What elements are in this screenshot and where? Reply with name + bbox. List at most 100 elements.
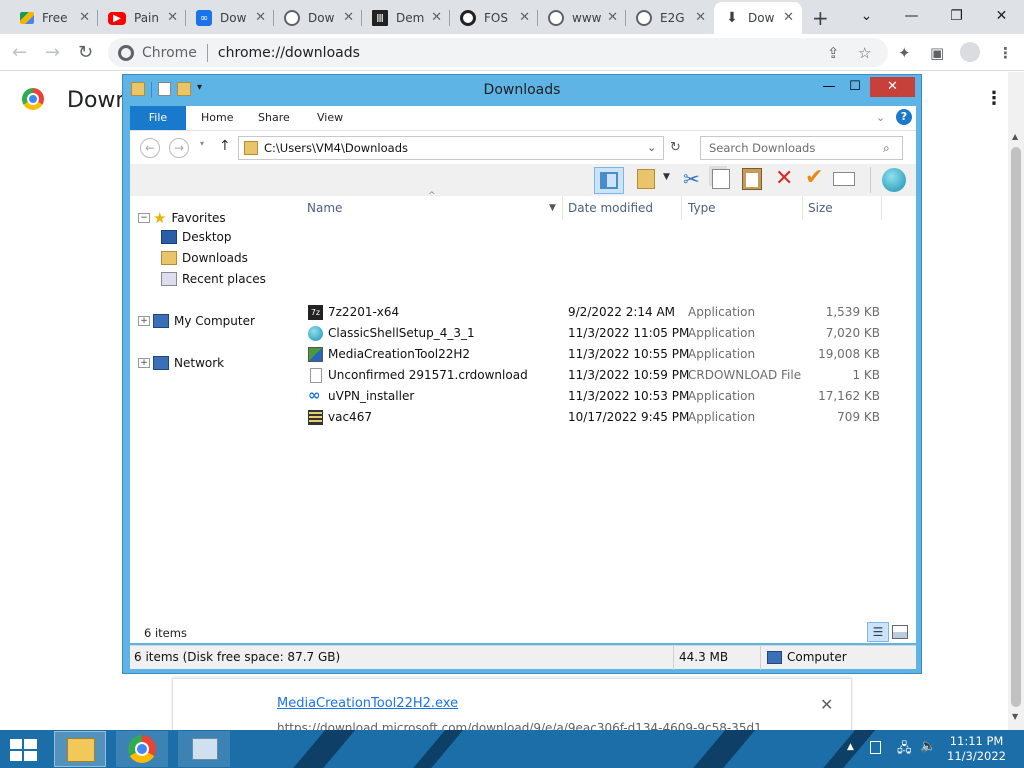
close-tab-icon[interactable]: ✕	[607, 10, 618, 25]
forward-arrow-icon[interactable]: →	[45, 42, 60, 63]
taskbar-clock[interactable]: 11:11 PM 11/3/2022	[947, 734, 1006, 764]
menu-kebab-icon[interactable]: ⋮	[998, 44, 1013, 62]
recent-dropdown-icon[interactable]: ▾	[200, 139, 204, 148]
back-icon[interactable]: ←	[140, 138, 160, 158]
customize-qat-icon[interactable]: ▾	[197, 82, 202, 98]
checkmark-icon[interactable]: ✔	[805, 165, 823, 190]
search-input[interactable]: Search Downloads ⌕	[700, 136, 903, 160]
file-row[interactable]: MediaCreationTool22H2 11/3/2022 10:55 PM…	[308, 344, 888, 365]
ribbon-tab-file[interactable]: File	[130, 106, 186, 130]
refresh-icon[interactable]: ↻	[670, 140, 681, 155]
tab-1[interactable]: Free ✕	[10, 4, 98, 32]
ribbon-tab-share[interactable]: Share	[258, 111, 290, 124]
column-date-modified[interactable]: Date modified	[568, 201, 653, 215]
nav-downloads[interactable]: Downloads	[161, 251, 248, 265]
file-row[interactable]: ClassicShellSetup_4_3_1 11/3/2022 11:05 …	[308, 323, 888, 344]
close-button[interactable]: ✕	[870, 77, 915, 97]
forward-icon[interactable]: →	[169, 138, 189, 158]
nav-network[interactable]: + Network	[138, 356, 224, 370]
address-input[interactable]: C:\Users\VM4\Downloads ⌄	[238, 136, 664, 160]
preview-pane-icon[interactable]	[594, 167, 624, 194]
chrome-taskbar-icon[interactable]	[116, 731, 168, 767]
ribbon-tab-home[interactable]: Home	[201, 111, 233, 124]
expand-icon[interactable]: +	[138, 316, 150, 326]
ribbon-tab-view[interactable]: View	[317, 111, 343, 124]
cut-scissors-icon[interactable]: ✂	[683, 167, 700, 191]
volume-icon[interactable]: 🔈	[920, 739, 936, 754]
up-arrow-icon[interactable]: ↑	[219, 138, 231, 154]
address-dropdown-icon[interactable]: ⌄	[647, 137, 656, 159]
reload-icon[interactable]: ↻	[78, 42, 93, 63]
collapse-icon[interactable]: −	[138, 213, 150, 223]
close-tab-icon[interactable]: ✕	[695, 10, 706, 25]
delete-x-icon[interactable]: ✕	[775, 166, 793, 191]
download-filename-link[interactable]: MediaCreationTool22H2.exe	[277, 696, 458, 711]
close-tab-icon[interactable]: ✕	[783, 10, 794, 25]
profile-avatar-icon[interactable]	[960, 42, 980, 62]
page-menu-icon[interactable]: ⋮	[985, 88, 1003, 109]
close-tab-icon[interactable]: ✕	[255, 10, 266, 25]
close-tab-icon[interactable]: ✕	[519, 10, 530, 25]
file-row[interactable]: Unconfirmed 291571.crdownload 11/3/2022 …	[308, 365, 888, 386]
close-tab-icon[interactable]: ✕	[343, 10, 354, 25]
maximize-button[interactable]: ☐	[842, 77, 868, 97]
close-tab-icon[interactable]: ✕	[167, 10, 178, 25]
column-size[interactable]: Size	[808, 201, 833, 215]
file-row[interactable]: vac467 10/17/2022 9:45 PM Application 70…	[308, 407, 888, 428]
name-filter-dropdown-icon[interactable]: ▼	[549, 203, 556, 213]
file-row[interactable]: ∞ uVPN_installer 11/3/2022 10:53 PM Appl…	[308, 386, 888, 407]
new-folder-icon[interactable]	[177, 82, 191, 96]
close-window-icon[interactable]: ✕	[979, 0, 1024, 34]
remove-download-icon[interactable]: ✕	[820, 695, 833, 714]
tray-chevron-icon[interactable]: ▲	[847, 742, 854, 752]
tab-7[interactable]: www ✕	[538, 4, 626, 32]
scroll-thumb[interactable]	[1011, 147, 1021, 707]
side-panel-icon[interactable]: ▣	[930, 44, 944, 62]
ribbon-expand-icon[interactable]: ⌄	[876, 111, 885, 124]
nav-my-computer[interactable]: + My Computer	[138, 314, 255, 328]
minimize-button[interactable]: —	[816, 77, 842, 97]
minimize-icon[interactable]: —	[889, 0, 934, 34]
back-arrow-icon[interactable]: ←	[12, 42, 27, 63]
large-icons-view-icon[interactable]	[892, 625, 908, 639]
extensions-puzzle-icon[interactable]: ✦	[898, 44, 911, 62]
restore-icon[interactable]: ❐	[934, 0, 979, 34]
nav-desktop[interactable]: Desktop	[161, 230, 232, 244]
options-dropdown-icon[interactable]: ▼	[663, 172, 670, 182]
close-tab-icon[interactable]: ✕	[431, 10, 442, 25]
column-name[interactable]: Name	[307, 201, 342, 215]
folder-options-icon[interactable]	[637, 169, 655, 189]
copy-icon[interactable]	[712, 169, 730, 189]
file-row[interactable]: 7z 7z2201-x64 9/2/2022 2:14 AM Applicati…	[308, 302, 888, 323]
omnibox[interactable]: Chrome chrome://downloads	[108, 38, 888, 67]
paste-clipboard-icon[interactable]	[742, 168, 762, 190]
network-tray-icon[interactable]: 🖧	[897, 739, 912, 761]
tab-5[interactable]: Ⅲ Dem ✕	[362, 4, 450, 32]
nav-favorites[interactable]: − ★ Favorites	[138, 209, 226, 227]
tray-tablet-icon[interactable]	[870, 741, 881, 754]
help-icon[interactable]: ?	[896, 109, 912, 125]
shell-globe-icon[interactable]	[882, 168, 906, 192]
tab-4[interactable]: Dow ✕	[274, 4, 362, 32]
tab-3[interactable]: ∞ Dow ✕	[186, 4, 274, 32]
tab-search-icon[interactable]: ⌄	[844, 0, 889, 34]
scroll-down-icon[interactable]: ▼	[1012, 712, 1018, 721]
details-view-icon[interactable]: ☰	[867, 622, 889, 642]
share-icon[interactable]: ⇪	[827, 44, 840, 62]
page-scrollbar[interactable]: ▲ ▼	[1008, 72, 1024, 730]
tab-6[interactable]: FOS ✕	[450, 4, 538, 32]
scroll-up-icon[interactable]: ▲	[1012, 132, 1018, 141]
tab-8[interactable]: E2G ✕	[626, 4, 714, 32]
task-manager-taskbar-icon[interactable]	[178, 731, 230, 767]
nav-recent-places[interactable]: Recent places	[161, 272, 266, 286]
new-tab-icon[interactable]: +	[812, 6, 829, 30]
close-tab-icon[interactable]: ✕	[79, 10, 90, 25]
file-explorer-taskbar-icon[interactable]	[54, 731, 106, 767]
expand-icon[interactable]: +	[138, 358, 150, 368]
rename-icon[interactable]	[833, 172, 855, 186]
bookmark-star-icon[interactable]: ☆	[858, 44, 871, 62]
start-windows-icon[interactable]	[10, 739, 38, 761]
tab-2[interactable]: ▶ Pain ✕	[98, 4, 186, 32]
properties-icon[interactable]	[158, 82, 171, 96]
folder-icon[interactable]	[131, 82, 145, 96]
